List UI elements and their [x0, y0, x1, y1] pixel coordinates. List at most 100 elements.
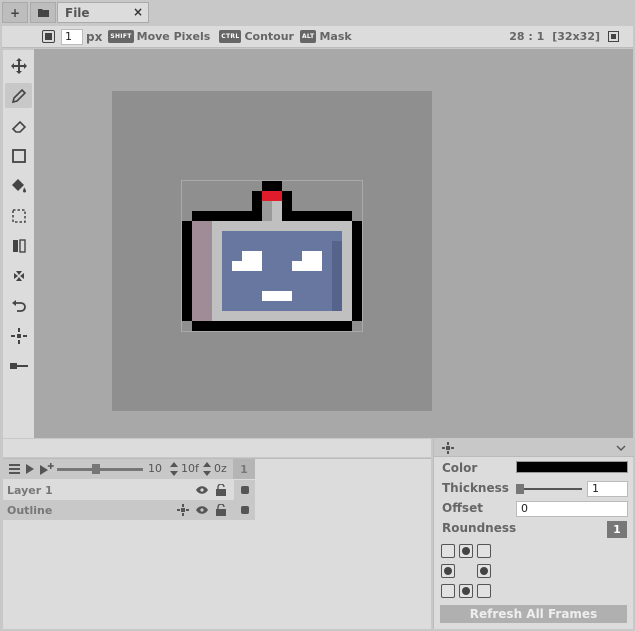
canvas-viewport[interactable]: [34, 49, 633, 438]
app-window: + File × 1 px SHIFT Move Pixels CTRL Con…: [0, 0, 635, 631]
fps-slider-track[interactable]: [57, 468, 143, 471]
tab-file[interactable]: File ×: [57, 2, 149, 23]
open-folder-button[interactable]: [30, 2, 56, 23]
keyframe-icon: [240, 506, 249, 514]
roundness-value[interactable]: 1: [607, 521, 627, 538]
direction-toggle-e[interactable]: [477, 564, 491, 578]
mirror-tool[interactable]: [5, 233, 32, 258]
line-icon: [9, 362, 28, 369]
properties-panel: Color Thickness 1 Offset 0 Roundness 1 R…: [433, 438, 634, 629]
new-tab-button[interactable]: +: [2, 2, 28, 23]
timeline-toolbar: 10 10f 0z 1: [3, 459, 255, 479]
layer-row-outline[interactable]: Outline: [3, 500, 255, 520]
onion-arrows-icon[interactable]: [203, 462, 211, 476]
brush-size-input[interactable]: 1: [61, 28, 83, 45]
tab-file-label: File: [65, 5, 90, 20]
selection-tool[interactable]: [5, 203, 32, 228]
close-tab-icon[interactable]: ×: [133, 5, 143, 19]
thickness-input[interactable]: 1: [587, 481, 628, 497]
eraser-icon: [11, 120, 26, 133]
refresh-all-frames-button[interactable]: Refresh All Frames: [440, 605, 627, 623]
eye-icon[interactable]: [196, 506, 208, 514]
ctrl-key-badge: CTRL: [219, 30, 242, 43]
color-swatch[interactable]: [516, 461, 628, 473]
line-tool[interactable]: [5, 353, 32, 378]
layer-name: Outline: [7, 503, 53, 517]
dot-icon: [462, 547, 470, 555]
mirror-icon: [12, 238, 26, 253]
shift-hint-label: Move Pixels: [136, 30, 211, 43]
direction-toggle-nw[interactable]: [441, 544, 455, 558]
onion-value: 0z: [214, 462, 227, 475]
direction-toggle-s[interactable]: [459, 584, 473, 598]
plus-icon: +: [9, 5, 21, 20]
shift-tool[interactable]: [5, 263, 32, 288]
dot-icon: [480, 567, 488, 575]
shift-key-badge: SHIFT: [108, 30, 134, 43]
zoom-info: 28 : 1 [32x32]: [509, 30, 619, 43]
toolbox: [3, 50, 34, 438]
undo-icon: [11, 299, 26, 312]
offset-input[interactable]: 0: [516, 501, 628, 517]
paint-bucket-icon: [11, 178, 26, 192]
unlock-icon[interactable]: [216, 504, 226, 516]
chevron-down-icon[interactable]: [616, 445, 626, 451]
add-frame-icon[interactable]: [40, 463, 54, 475]
thickness-slider-knob[interactable]: [516, 484, 524, 494]
sprite-image[interactable]: [181, 180, 363, 332]
robot-sprite: [182, 181, 362, 331]
alt-hint-label: Mask: [319, 30, 352, 43]
layer-cell[interactable]: [234, 480, 255, 500]
layer-row-layer1[interactable]: Layer 1: [3, 480, 255, 500]
offset-label: Offset: [442, 501, 483, 515]
direction-toggle-sw[interactable]: [441, 584, 455, 598]
marquee-icon: [11, 208, 26, 223]
direction-toggle-ne[interactable]: [477, 544, 491, 558]
rectangle-tool[interactable]: [5, 143, 32, 168]
move-icon: [10, 57, 27, 74]
pencil-tool[interactable]: [5, 83, 32, 108]
keyframe-icon: [240, 486, 249, 494]
tool-options-bar: 1 px SHIFT Move Pixels CTRL Contour ALT …: [2, 26, 633, 48]
unlock-icon[interactable]: [216, 484, 226, 496]
undo-tool[interactable]: [5, 293, 32, 318]
canvas-size: [32x32]: [552, 30, 600, 43]
compress-arrows-icon: [13, 270, 24, 281]
frame-number[interactable]: 1: [233, 459, 255, 479]
rectangle-icon: [11, 148, 26, 163]
layer-name: Layer 1: [7, 483, 53, 497]
ctrl-hint-label: Contour: [244, 30, 294, 43]
menu-icon[interactable]: [9, 464, 20, 474]
alt-key-badge: ALT: [299, 30, 317, 43]
dot-icon: [444, 567, 452, 575]
fill-tool[interactable]: [5, 173, 32, 198]
eraser-tool[interactable]: [5, 113, 32, 138]
symmetry-tool[interactable]: [5, 323, 32, 348]
frames-arrows-icon[interactable]: [170, 462, 178, 476]
thickness-label: Thickness: [442, 481, 509, 495]
tab-bar: + File ×: [0, 0, 635, 25]
eye-icon[interactable]: [196, 486, 208, 494]
direction-toggle-w[interactable]: [441, 564, 455, 578]
brush-unit-label: px: [86, 29, 103, 44]
thickness-slider-track[interactable]: [516, 488, 582, 490]
status-bar: [3, 439, 431, 457]
pencil-icon: [11, 88, 26, 103]
dot-icon: [462, 587, 470, 595]
zoom-ratio: 28 : 1: [509, 30, 545, 43]
fps-value: 10: [148, 462, 162, 475]
direction-toggle-se[interactable]: [477, 584, 491, 598]
move-tool[interactable]: [5, 53, 32, 78]
symmetry-icon: [10, 327, 27, 344]
properties-header: [434, 438, 634, 457]
effect-icon: [442, 442, 454, 454]
effect-icon[interactable]: [177, 504, 189, 516]
timeline-panel: 10 10f 0z 1 Layer 1 Outline: [3, 458, 431, 629]
direction-toggle-n[interactable]: [459, 544, 473, 558]
play-icon[interactable]: [26, 464, 34, 474]
square-brush-icon[interactable]: [42, 30, 55, 43]
fit-canvas-icon[interactable]: [608, 31, 619, 42]
frame-count: 10f: [181, 462, 199, 475]
fps-slider-knob[interactable]: [91, 464, 100, 474]
layer-cell[interactable]: [234, 500, 255, 520]
